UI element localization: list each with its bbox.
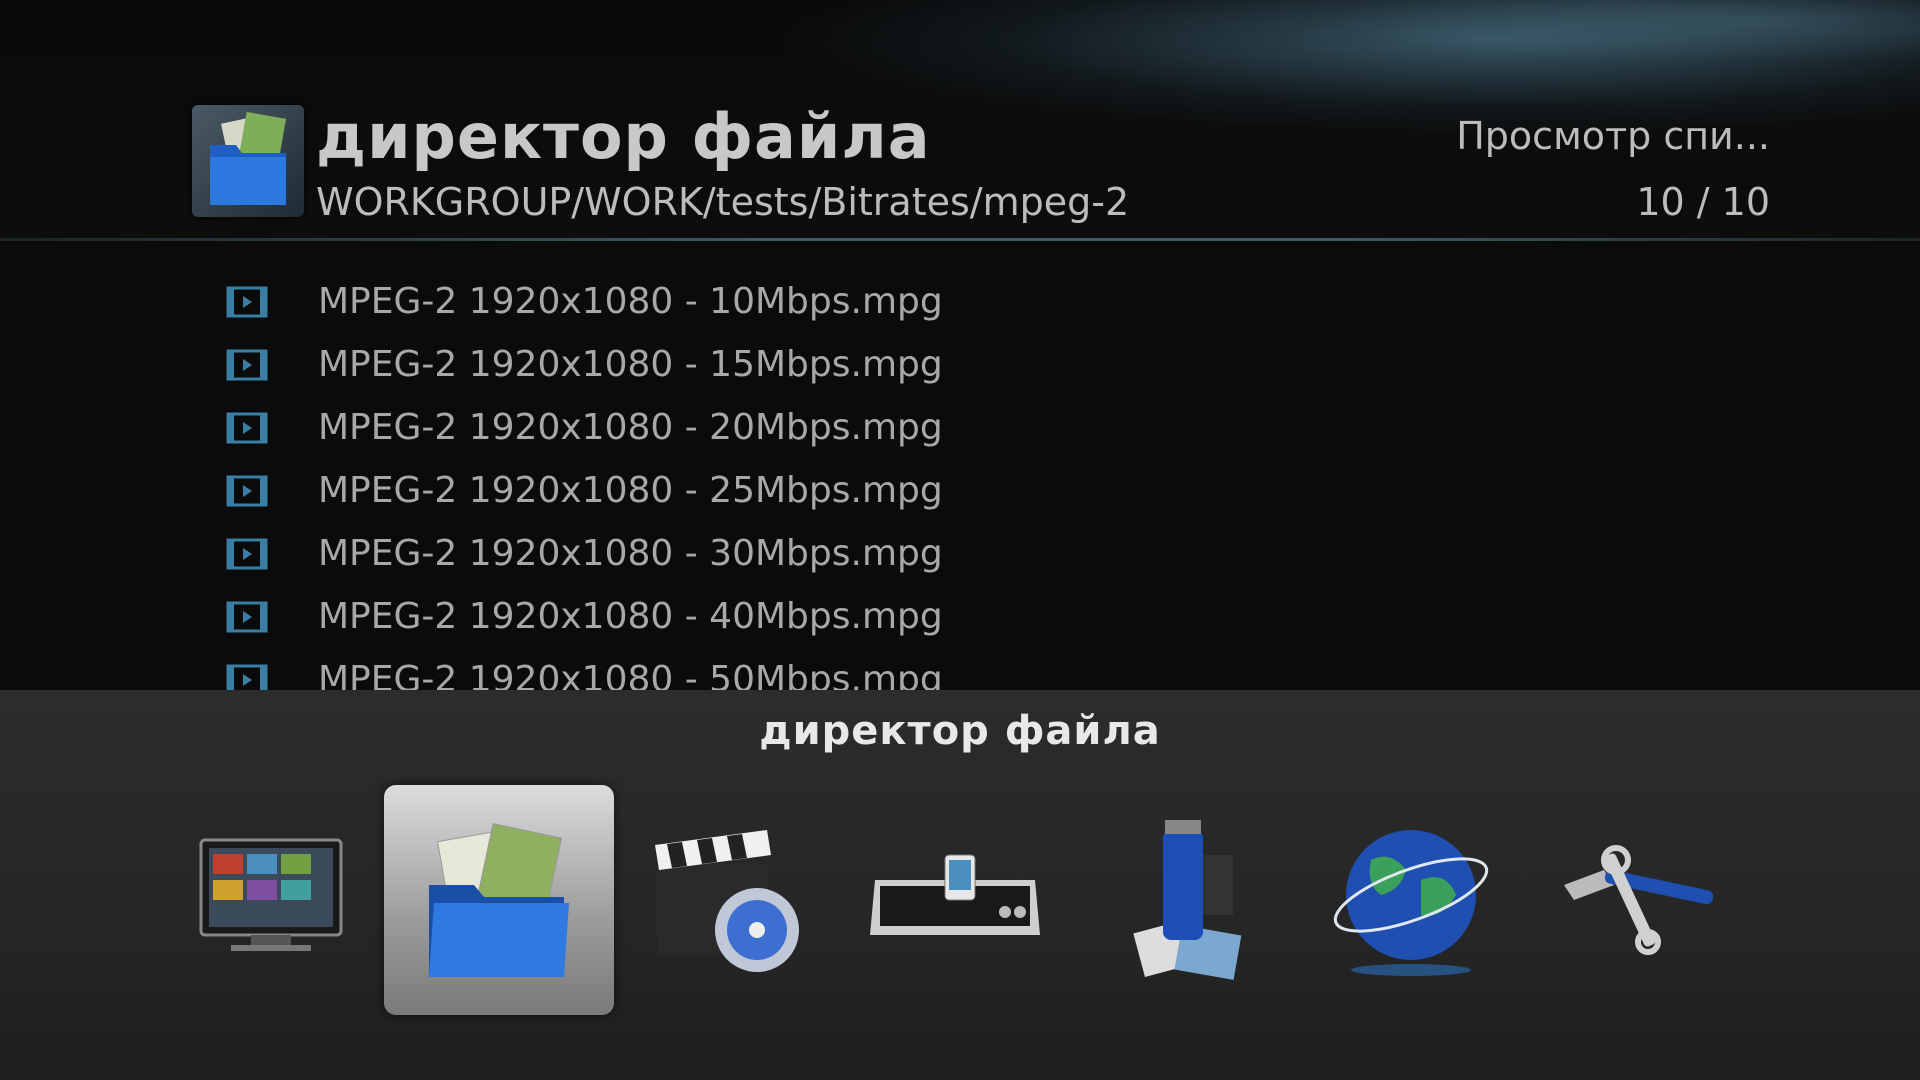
view-mode-label[interactable]: Просмотр спи... (1456, 114, 1770, 158)
breadcrumb-path: WORKGROUP/WORK/tests/Bitrates/mpeg-2 (316, 180, 1130, 224)
dock-item-internet[interactable] (1296, 785, 1526, 1015)
folder-icon (192, 105, 304, 217)
header-divider (0, 238, 1920, 241)
file-row[interactable]: MPEG-2 1920x1080 - 40Mbps.mpg (226, 585, 1626, 648)
dock-selected-label: директор файла (759, 708, 1161, 754)
file-name: MPEG-2 1920x1080 - 50Mbps.mpg (318, 659, 943, 690)
video-file-icon (226, 664, 268, 690)
dock-item-setup[interactable] (156, 785, 386, 1015)
dock-item-settings[interactable] (1524, 785, 1754, 1015)
dock-item-music[interactable] (840, 785, 1070, 1015)
file-row[interactable]: MPEG-2 1920x1080 - 50Mbps.mpg (226, 648, 1626, 690)
file-name: MPEG-2 1920x1080 - 25Mbps.mpg (318, 470, 943, 511)
file-name: MPEG-2 1920x1080 - 10Mbps.mpg (318, 281, 943, 322)
video-file-icon (226, 349, 268, 380)
video-file-icon (226, 601, 268, 632)
file-name: MPEG-2 1920x1080 - 30Mbps.mpg (318, 533, 943, 574)
internet-globe-icon (1333, 830, 1489, 976)
file-row[interactable]: MPEG-2 1920x1080 - 25Mbps.mpg (226, 459, 1626, 522)
file-name: MPEG-2 1920x1080 - 15Mbps.mpg (318, 344, 943, 385)
tv-setup-icon (199, 838, 343, 951)
file-row[interactable]: MPEG-2 1920x1080 - 15Mbps.mpg (226, 333, 1626, 396)
video-file-icon (226, 286, 268, 317)
file-row[interactable]: MPEG-2 1920x1080 - 30Mbps.mpg (226, 522, 1626, 585)
file-name: MPEG-2 1920x1080 - 40Mbps.mpg (318, 596, 943, 637)
settings-tools-icon (1564, 845, 1714, 955)
dock-item-movies[interactable] (612, 785, 842, 1015)
file-row[interactable]: MPEG-2 1920x1080 - 10Mbps.mpg (226, 270, 1626, 333)
video-file-icon (226, 538, 268, 569)
page-title: директор файла (316, 100, 931, 173)
file-row[interactable]: MPEG-2 1920x1080 - 20Mbps.mpg (226, 396, 1626, 459)
music-player-dock-icon (870, 854, 1040, 935)
file-list: MPEG-2 1920x1080 - 10Mbps.mpg MPEG-2 192… (226, 270, 1626, 690)
video-file-icon (226, 412, 268, 443)
photo-film-icon (1133, 820, 1242, 980)
item-counter: 10 / 10 (1636, 180, 1770, 224)
dock-item-photo[interactable] (1068, 785, 1298, 1015)
main-menu-dock: директор файла (0, 690, 1920, 1080)
file-name: MPEG-2 1920x1080 - 20Mbps.mpg (318, 407, 943, 448)
movie-clapper-disc-icon (655, 830, 799, 972)
file-manager-folder-icon (429, 823, 569, 977)
dock-item-file-manager[interactable] (384, 785, 614, 1015)
video-file-icon (226, 475, 268, 506)
